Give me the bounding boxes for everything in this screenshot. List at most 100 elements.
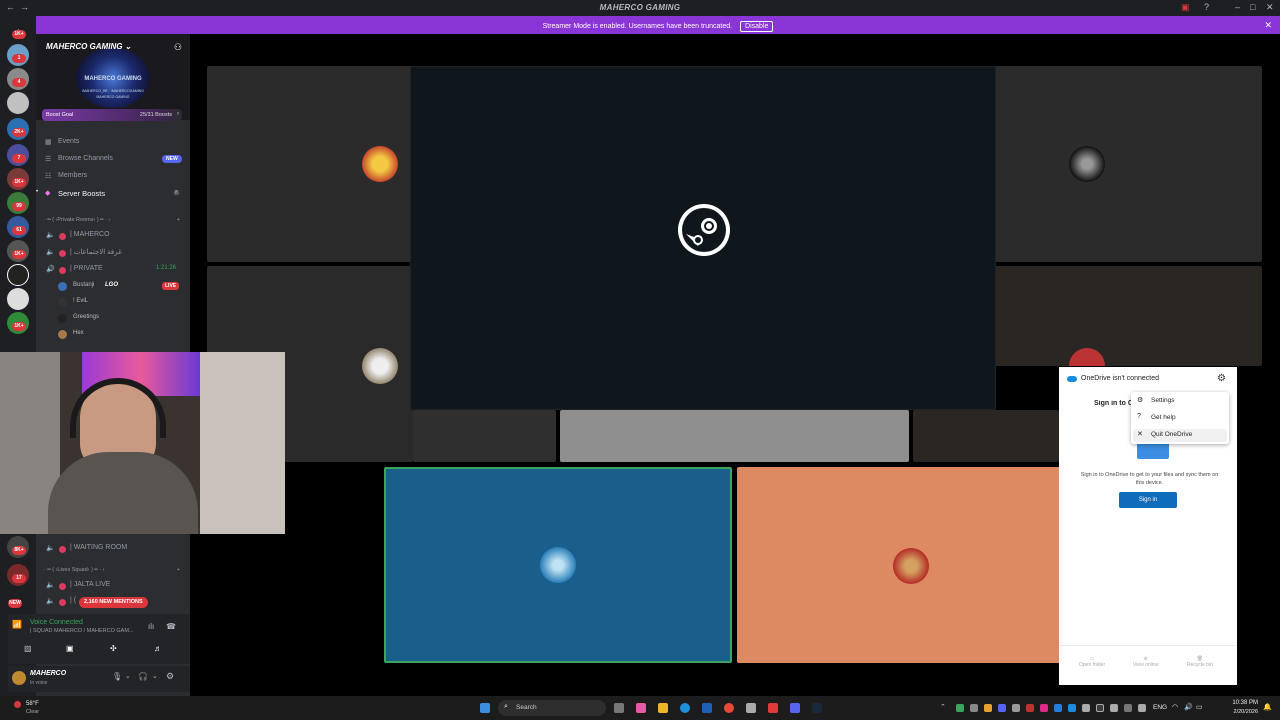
tray-icon[interactable] — [1012, 704, 1020, 712]
wall — [200, 352, 285, 534]
voice-user-evil[interactable]: ! EviL — [58, 298, 184, 308]
inbox-icon[interactable]: ▣ — [1181, 2, 1190, 13]
maximize-icon[interactable]: □ — [1250, 2, 1255, 12]
tray-icon[interactable] — [1096, 704, 1104, 712]
battery-icon[interactable]: ▭ — [1196, 703, 1203, 711]
participant-tile[interactable] — [995, 66, 1262, 262]
new-mentions-pill[interactable]: 2,160 NEW MENTIONS — [79, 597, 148, 608]
bluetooth-icon[interactable] — [1054, 704, 1062, 712]
taskbar-search[interactable]: ⌕ Search — [498, 700, 606, 716]
store-icon[interactable] — [702, 703, 712, 713]
edge-icon[interactable] — [680, 703, 690, 713]
tray-icon[interactable] — [1124, 704, 1132, 712]
voice-user-bustanji[interactable]: Bustanji LGO LIVE — [58, 282, 184, 292]
tray-icon[interactable] — [984, 704, 992, 712]
view-online-button[interactable]: ⊕ View online — [1133, 656, 1158, 668]
voice-status[interactable]: Voice Connected — [30, 619, 83, 626]
tray-icon[interactable] — [1138, 704, 1146, 712]
settings-gear-icon[interactable]: ⚙ — [1217, 373, 1226, 384]
nav-events[interactable]: ▦ Events — [42, 138, 184, 148]
participant-tile[interactable] — [560, 410, 909, 462]
add-friend-icon[interactable]: ⚇ — [174, 42, 182, 53]
close-window-icon[interactable]: ✕ — [1266, 2, 1274, 13]
settings-gear-icon[interactable]: ⚙ — [166, 671, 174, 682]
voice-connected-panel: 📶 Voice Connected | SQUAD MAHERCO / MAHE… — [8, 614, 190, 664]
category-private-rooms[interactable]: · ━ ( ‹Private Rooms› ) ━ · ‹ + — [44, 217, 184, 223]
clock-date[interactable]: 2/20/2026 — [1212, 709, 1258, 715]
voice-channel-meetings[interactable]: 🔈 | غرفة الاجتماعات — [44, 248, 184, 258]
onedrive-tray-icon[interactable] — [1068, 704, 1076, 712]
server-name-button[interactable]: MAHERCO GAMING ⌄ — [46, 42, 131, 51]
sign-in-button[interactable]: Sign in — [1119, 492, 1177, 508]
server-icon[interactable] — [7, 264, 29, 286]
tray-icon[interactable] — [956, 704, 964, 712]
stream-tile-steam[interactable] — [410, 66, 996, 410]
menu-item-get-help[interactable]: ? Get help — [1135, 413, 1225, 425]
notifications-icon[interactable]: 🔔 — [1263, 703, 1272, 711]
camera-off-icon[interactable]: ▨ — [24, 644, 32, 653]
streamer-mode-banner: Streamer Mode is enabled. Usernames have… — [36, 16, 1280, 34]
tray-chevron-icon[interactable]: ⌃ — [940, 703, 946, 711]
task-view-icon[interactable] — [614, 703, 624, 713]
voice-channel-jalta-live[interactable]: 🔈 | JALTA LIVE — [44, 581, 184, 591]
participant-tile[interactable] — [413, 410, 556, 462]
activities-icon[interactable]: ✣ — [110, 644, 117, 653]
minimize-icon[interactable]: – — [1235, 2, 1240, 12]
menu-item-settings[interactable]: ⚙ Settings — [1135, 396, 1225, 408]
tray-icon[interactable] — [970, 704, 978, 712]
voice-channel-private[interactable]: 🔊 | PRIVATE 1:21:26 — [44, 265, 184, 275]
boost-goal-bar[interactable]: Boost Goal 25/31 Boosts › — [42, 109, 182, 121]
clock-time[interactable]: 10:38 PM — [1212, 700, 1258, 706]
discord-icon[interactable] — [790, 703, 800, 713]
participant-avatar — [1069, 146, 1105, 182]
app-icon[interactable] — [768, 703, 778, 713]
nav-browse-channels[interactable]: ☰ Browse Channels NEW — [42, 155, 184, 165]
voice-channel-name[interactable]: | SQUAD MAHERCO / MAHERCO GAM... — [30, 628, 134, 634]
nav-members[interactable]: ☷ Members — [42, 172, 184, 182]
noise-suppression-icon[interactable]: ılı — [148, 622, 154, 631]
chrome-icon[interactable] — [724, 703, 734, 713]
microphone-icon[interactable]: 🎙 — [112, 672, 122, 681]
category-lives-squad[interactable]: · ━ ( ‹Lives Squad› ) ━ · ‹ + — [44, 567, 184, 573]
app-icon[interactable] — [746, 703, 756, 713]
volume-icon[interactable]: 🔊 — [1184, 703, 1193, 711]
server-icon[interactable] — [7, 92, 29, 114]
wifi-icon[interactable]: ◠ — [1172, 703, 1178, 711]
close-banner-icon[interactable]: ✕ — [1264, 20, 1272, 31]
participant-tile[interactable] — [913, 410, 1059, 462]
voice-channel-waiting-room[interactable]: 🔈 | WAITING ROOM — [44, 544, 184, 554]
tray-icon[interactable] — [1082, 704, 1090, 712]
participant-tile[interactable] — [995, 266, 1262, 366]
recycle-bin-button[interactable]: 🗑 Recycle bin — [1187, 656, 1213, 668]
soundboard-icon[interactable]: ♬ — [154, 644, 162, 653]
help-icon[interactable]: ? — [1204, 2, 1209, 12]
avatar[interactable] — [12, 671, 26, 685]
weather-temp[interactable]: 58°F — [26, 701, 39, 707]
voice-channel-maherco[interactable]: 🔈 | MAHERCO — [44, 231, 184, 241]
headset-icon[interactable]: 🎧 — [138, 672, 148, 681]
screen-share-icon[interactable]: ▣ — [66, 644, 74, 653]
steam-icon[interactable] — [812, 703, 822, 713]
disable-streamer-mode-button[interactable]: Disable — [740, 21, 774, 32]
add-channel-icon[interactable]: + — [177, 217, 180, 223]
tray-icon[interactable] — [1040, 704, 1048, 712]
chevron-down-icon[interactable]: ⌄ — [125, 672, 131, 680]
menu-item-quit-onedrive[interactable]: ✕ Quit OneDrive — [1133, 429, 1227, 442]
tray-icon[interactable] — [1026, 704, 1034, 712]
chevron-down-icon[interactable]: ⌄ — [152, 672, 158, 680]
tray-icon[interactable] — [1110, 704, 1118, 712]
disconnect-icon[interactable]: ☎ — [166, 622, 176, 631]
nav-server-boosts[interactable]: • ◆ Server Boosts 8 — [36, 189, 184, 199]
voice-user-hex[interactable]: Hex — [58, 330, 184, 340]
weather-alert-icon — [14, 701, 21, 708]
chevron-right-icon: › — [177, 111, 179, 117]
server-icon[interactable] — [7, 288, 29, 310]
tray-icon[interactable] — [998, 704, 1006, 712]
windows-start-icon[interactable] — [480, 703, 490, 713]
file-explorer-icon[interactable] — [658, 703, 668, 713]
open-folder-button[interactable]: ▭ Open folder — [1079, 656, 1105, 668]
copilot-icon[interactable] — [636, 703, 646, 713]
language-indicator[interactable]: ENG — [1153, 704, 1167, 711]
voice-user-greetings[interactable]: Greetings — [58, 314, 184, 324]
add-channel-icon[interactable]: + — [177, 567, 180, 573]
